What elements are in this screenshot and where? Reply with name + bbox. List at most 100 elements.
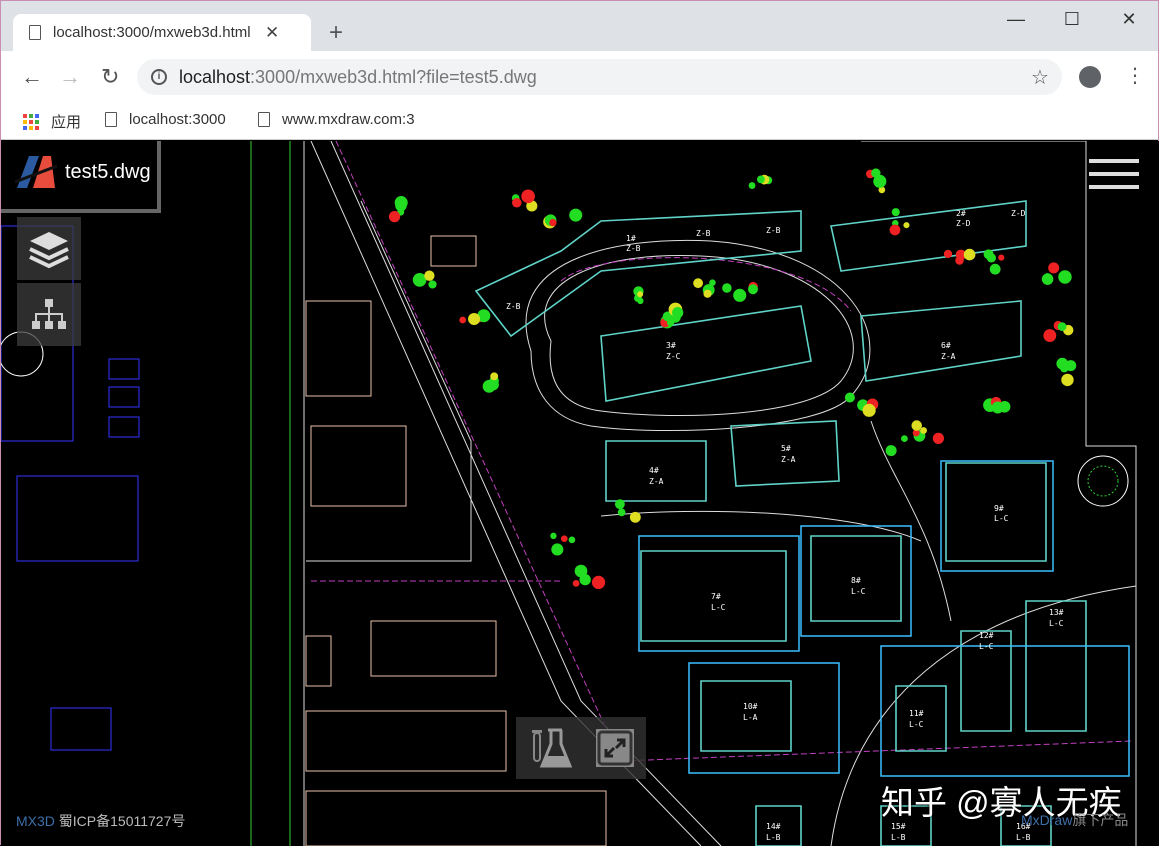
- bookmark-label: www.mxdraw.com:3: [282, 111, 415, 128]
- building-label: 13#: [1049, 608, 1064, 617]
- maximize-button[interactable]: ☐: [1057, 9, 1087, 30]
- building-label: L-C: [1049, 619, 1064, 628]
- tree-symbol: [890, 225, 901, 236]
- tree-symbol: [964, 249, 976, 261]
- building-label: Z-C: [666, 352, 681, 361]
- close-window-button[interactable]: ✕: [1114, 9, 1144, 30]
- back-button[interactable]: ←: [21, 64, 43, 90]
- new-tab-button[interactable]: +: [329, 19, 343, 47]
- tree-symbol: [618, 500, 624, 506]
- tree-symbol: [911, 420, 922, 431]
- tab-close-icon[interactable]: ✕: [265, 23, 279, 43]
- building-label: L-B: [1016, 833, 1031, 842]
- cad-viewer[interactable]: 1# Z-B Z-B Z-B 2# Z-D Z-D Z-B 3# Z-C 6# …: [1, 141, 1159, 846]
- building-label: L-C: [994, 514, 1009, 523]
- url-path: :3000/mxweb3d.html?file=test5.dwg: [250, 67, 537, 88]
- profile-avatar[interactable]: [1079, 66, 1101, 88]
- tab-strip: localhost:3000/mxweb3d.html ✕ + — ☐ ✕: [1, 1, 1158, 51]
- tree-symbol: [618, 509, 626, 517]
- thumbnail-frame: [109, 359, 139, 379]
- tree-symbol: [521, 190, 535, 204]
- footer-brand[interactable]: MX3D: [16, 813, 55, 829]
- menu-button[interactable]: [1089, 159, 1139, 189]
- layers-button[interactable]: [17, 217, 81, 280]
- tree-symbol: [549, 219, 556, 226]
- product-brand[interactable]: MxDraw: [1021, 812, 1072, 828]
- tree-symbol: [693, 278, 703, 288]
- trees: [389, 168, 1076, 589]
- tree-symbol: [901, 435, 908, 442]
- tree-symbol: [569, 209, 582, 222]
- bookmark-star-icon[interactable]: ☆: [1031, 65, 1049, 90]
- building-label: 10#: [743, 702, 758, 711]
- structure-tree-button[interactable]: [17, 283, 81, 346]
- sitemap-icon: [32, 299, 66, 331]
- reload-button[interactable]: ↻: [101, 64, 119, 90]
- tree-symbol: [944, 250, 952, 258]
- building-label: Z-A: [649, 477, 664, 486]
- thumbnail-frame: [109, 387, 139, 407]
- building-label: 3#: [666, 341, 676, 350]
- product-suffix: 旗下产品: [1072, 812, 1128, 828]
- building-label: 9#: [994, 504, 1004, 513]
- building-label: 7#: [711, 592, 721, 601]
- building-label: Z-D: [1011, 209, 1026, 218]
- icp-number[interactable]: 蜀ICP备15011727号: [59, 813, 186, 829]
- tree-symbol: [709, 279, 716, 286]
- tree-symbol: [395, 200, 406, 211]
- roundabout-inner: [1088, 466, 1118, 496]
- tree-symbol: [722, 283, 732, 293]
- flask-icon[interactable]: [528, 726, 572, 770]
- building-label: Z-B: [766, 226, 781, 235]
- building-label: 2#: [956, 209, 966, 218]
- address-bar[interactable]: i localhost :3000/mxweb3d.html?file=test…: [137, 59, 1062, 95]
- minimize-button[interactable]: —: [1001, 9, 1031, 30]
- bookmark-localhost[interactable]: localhost:3000: [105, 111, 226, 128]
- tree-symbol: [703, 290, 711, 298]
- roundabout: [1078, 456, 1128, 506]
- browser-toolbar: ← → ↻ i localhost :3000/mxweb3d.html?fil…: [1, 51, 1158, 103]
- tree-symbol: [1043, 329, 1056, 342]
- building-label: 14#: [766, 822, 781, 831]
- tree-symbol: [920, 427, 927, 434]
- tree-symbol: [561, 535, 568, 542]
- tree-symbol: [630, 512, 641, 523]
- bookmark-mxdraw[interactable]: www.mxdraw.com:3: [258, 111, 428, 128]
- tree-symbol: [892, 208, 900, 216]
- building-label: 6#: [941, 341, 951, 350]
- bookmark-label: 应用: [51, 111, 81, 132]
- url-host: localhost: [179, 67, 250, 88]
- tree-symbol: [990, 264, 1001, 275]
- browser-tab[interactable]: localhost:3000/mxweb3d.html ✕: [13, 14, 311, 51]
- tree-symbol: [1058, 270, 1071, 283]
- info-icon[interactable]: i: [151, 69, 167, 85]
- building-label: L-A: [743, 713, 758, 722]
- file-title: test5.dwg: [65, 161, 151, 184]
- tree-symbol: [592, 576, 605, 589]
- tree-symbol: [459, 317, 466, 324]
- building-label: L-B: [766, 833, 781, 842]
- mxdraw-logo-icon: [15, 154, 57, 190]
- tree-symbol: [733, 289, 746, 302]
- footer: MX3D 蜀ICP备15011727号: [16, 811, 185, 831]
- forward-button[interactable]: →: [59, 64, 81, 90]
- tree-symbol: [998, 255, 1004, 261]
- building-label: Z-A: [941, 352, 956, 361]
- tree-symbol: [637, 291, 643, 297]
- fullscreen-icon[interactable]: [595, 728, 635, 768]
- building-label: L-C: [711, 603, 726, 612]
- page-icon: [258, 112, 270, 127]
- bookmark-apps[interactable]: 应用: [23, 111, 81, 132]
- tree-symbol: [573, 580, 580, 587]
- tree-symbol: [757, 175, 765, 183]
- tree-symbol: [424, 270, 434, 280]
- bottom-toolbar: [516, 717, 646, 779]
- building-label: Z-B: [696, 229, 711, 238]
- tree-symbol: [984, 249, 994, 259]
- tree-symbol: [468, 313, 480, 325]
- building-label: Z-B: [506, 302, 521, 311]
- menu-kebab-icon[interactable]: ⋮: [1125, 63, 1145, 88]
- tree-symbol: [1061, 374, 1073, 386]
- tab-title: localhost:3000/mxweb3d.html: [53, 24, 251, 41]
- tree-symbol: [1044, 273, 1051, 280]
